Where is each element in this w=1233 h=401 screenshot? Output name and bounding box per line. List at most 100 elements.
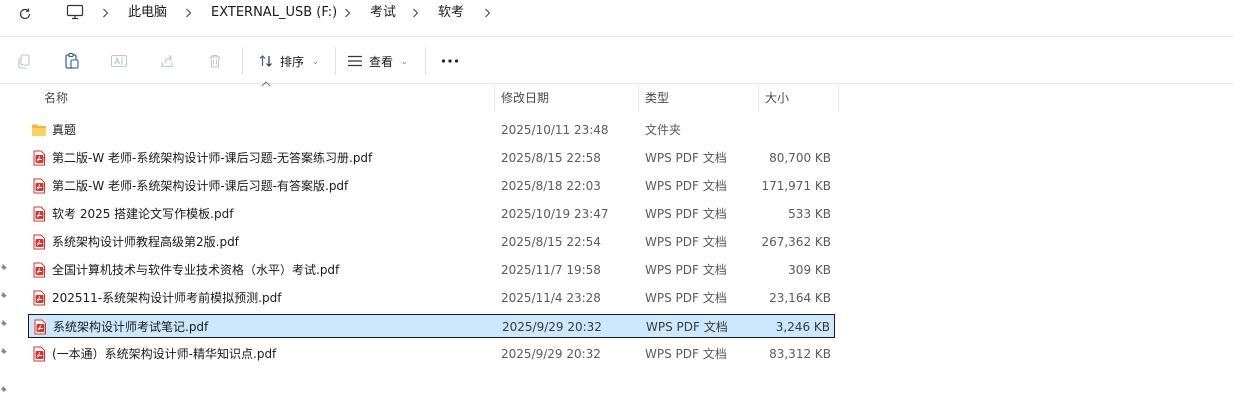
breadcrumb-usb-drive[interactable]: EXTERNAL_USB (F:) — [211, 5, 337, 21]
file-name: 第二版-W 老师-系统架构设计师-课后习题-有答案版.pdf — [52, 179, 349, 193]
trash-icon — [209, 54, 221, 68]
file-name: (一本通）系统架构设计师-精华知识点.pdf — [52, 347, 277, 361]
rename-button[interactable] — [105, 47, 133, 75]
file-type: WPS PDF 文档 — [645, 207, 727, 221]
delete-button[interactable] — [201, 47, 229, 75]
this-pc-icon[interactable] — [66, 4, 86, 22]
rename-icon — [110, 54, 128, 68]
file-type: WPS PDF 文档 — [645, 263, 727, 277]
copy-icon — [18, 54, 30, 69]
view-button[interactable]: 查看 ⌄ — [347, 49, 408, 73]
toolbar-divider — [425, 47, 426, 75]
file-date: 2025/10/19 23:47 — [501, 207, 609, 221]
view-list-icon — [348, 55, 362, 67]
pin-icon — [1, 320, 7, 326]
file-date: 2025/8/18 22:03 — [501, 179, 601, 193]
file-name: 全国计算机技术与软件专业技术资格（水平）考试.pdf — [52, 263, 340, 277]
file-name: 系统架构设计师考试笔记.pdf — [53, 320, 209, 334]
file-type: WPS PDF 文档 — [645, 347, 727, 361]
breadcrumb-expand-icon[interactable] — [481, 5, 493, 21]
file-date: 2025/10/11 23:48 — [501, 123, 609, 137]
pdf-file-icon — [33, 290, 45, 306]
file-row[interactable]: (一本通）系统架构设计师-精华知识点.pdf 2025/9/29 20:32 W… — [28, 342, 835, 366]
folder-icon — [32, 124, 46, 136]
file-type: 文件夹 — [645, 123, 682, 137]
file-date: 2025/11/4 23:28 — [501, 291, 601, 305]
refresh-button[interactable] — [14, 3, 36, 25]
file-row[interactable]: 系统架构设计师教程高级第2版.pdf 2025/8/15 22:54 WPS P… — [28, 230, 835, 254]
pin-icon — [1, 292, 7, 298]
sort-label: 排序 — [280, 54, 305, 69]
file-type: WPS PDF 文档 — [645, 291, 727, 305]
pdf-file-icon — [33, 178, 45, 194]
address-bar: 此电脑 EXTERNAL_USB (F:) 考试 软考 — [0, 0, 1233, 28]
file-name: 软考 2025 搭建论文写作模板.pdf — [52, 207, 234, 221]
breadcrumb-current-folder[interactable]: 软考 — [438, 5, 464, 21]
navigation-pane-edge[interactable] — [0, 85, 12, 401]
breadcrumb-separator-icon[interactable] — [99, 5, 111, 21]
share-button[interactable] — [153, 47, 181, 75]
column-divider[interactable] — [838, 85, 839, 112]
command-bar: 排序 ⌄ 查看 ⌄ — [0, 36, 1233, 84]
file-size: 171,971 KB — [761, 179, 831, 193]
view-label: 查看 — [369, 54, 394, 69]
pdf-file-icon — [33, 346, 45, 362]
breadcrumb-separator-icon[interactable] — [409, 5, 421, 21]
more-icon — [441, 59, 459, 63]
pdf-file-icon — [33, 206, 45, 222]
share-icon — [161, 55, 173, 68]
paste-button[interactable] — [58, 47, 86, 75]
toolbar-divider — [335, 47, 336, 75]
column-header-name[interactable]: 名称 — [44, 85, 68, 112]
pin-icon — [1, 386, 7, 392]
copy-button[interactable] — [10, 47, 38, 75]
sort-ascending-icon — [261, 81, 271, 87]
column-divider[interactable] — [638, 85, 639, 112]
sort-button[interactable]: 排序 ⌄ — [258, 49, 319, 73]
file-name: 第二版-W 老师-系统架构设计师-课后习题-无答案练习册.pdf — [52, 151, 373, 165]
file-size: 309 KB — [788, 263, 831, 277]
refresh-icon — [19, 8, 31, 20]
file-row[interactable]: 全国计算机技术与软件专业技术资格（水平）考试.pdf 2025/11/7 19:… — [28, 258, 835, 282]
file-row[interactable]: 第二版-W 老师-系统架构设计师-课后习题-有答案版.pdf 2025/8/18… — [28, 174, 835, 198]
file-name: 202511-系统架构设计师考前模拟预测.pdf — [52, 291, 282, 305]
file-name: 系统架构设计师教程高级第2版.pdf — [52, 235, 239, 249]
file-type: WPS PDF 文档 — [645, 151, 727, 165]
file-row[interactable]: 真题 2025/10/11 23:48 文件夹 — [28, 118, 835, 142]
toolbar-divider — [242, 47, 243, 75]
more-options-button[interactable] — [436, 47, 464, 75]
breadcrumb-separator-icon[interactable] — [341, 5, 353, 21]
chevron-down-icon: ⌄ — [312, 56, 319, 66]
file-date: 2025/8/15 22:54 — [501, 235, 601, 249]
pin-icon — [1, 348, 7, 354]
file-size: 3,246 KB — [775, 320, 830, 334]
file-row[interactable]: 第二版-W 老师-系统架构设计师-课后习题-无答案练习册.pdf 2025/8/… — [28, 146, 835, 170]
paste-icon — [65, 52, 79, 69]
column-header-date[interactable]: 修改日期 — [501, 85, 549, 112]
column-divider[interactable] — [494, 85, 495, 112]
pdf-file-icon — [33, 234, 45, 250]
file-date: 2025/9/29 20:32 — [502, 320, 602, 334]
breadcrumb-exam-folder[interactable]: 考试 — [370, 5, 396, 21]
file-date: 2025/11/7 19:58 — [501, 263, 601, 277]
file-name: 真题 — [52, 123, 77, 137]
chevron-down-icon: ⌄ — [401, 56, 408, 66]
file-row[interactable]: 202511-系统架构设计师考前模拟预测.pdf 2025/11/4 23:28… — [28, 286, 835, 310]
pdf-file-icon — [34, 319, 46, 335]
column-header-type[interactable]: 类型 — [645, 85, 669, 112]
file-date: 2025/8/15 22:58 — [501, 151, 601, 165]
file-type: WPS PDF 文档 — [645, 235, 727, 249]
sort-icon — [259, 55, 272, 67]
breadcrumb-separator-icon[interactable] — [182, 5, 194, 21]
file-size: 533 KB — [788, 207, 831, 221]
file-row[interactable]: 软考 2025 搭建论文写作模板.pdf 2025/10/19 23:47 WP… — [28, 202, 835, 226]
pdf-file-icon — [33, 262, 45, 278]
file-size: 80,700 KB — [769, 151, 831, 165]
column-header-size[interactable]: 大小 — [765, 85, 789, 112]
file-size: 23,164 KB — [769, 291, 831, 305]
breadcrumb-this-pc[interactable]: 此电脑 — [128, 5, 167, 21]
file-size: 267,362 KB — [761, 235, 831, 249]
pin-icon — [1, 264, 7, 270]
file-row-selected[interactable]: 系统架构设计师考试笔记.pdf 2025/9/29 20:32 WPS PDF … — [28, 314, 835, 338]
column-divider[interactable] — [758, 85, 759, 112]
